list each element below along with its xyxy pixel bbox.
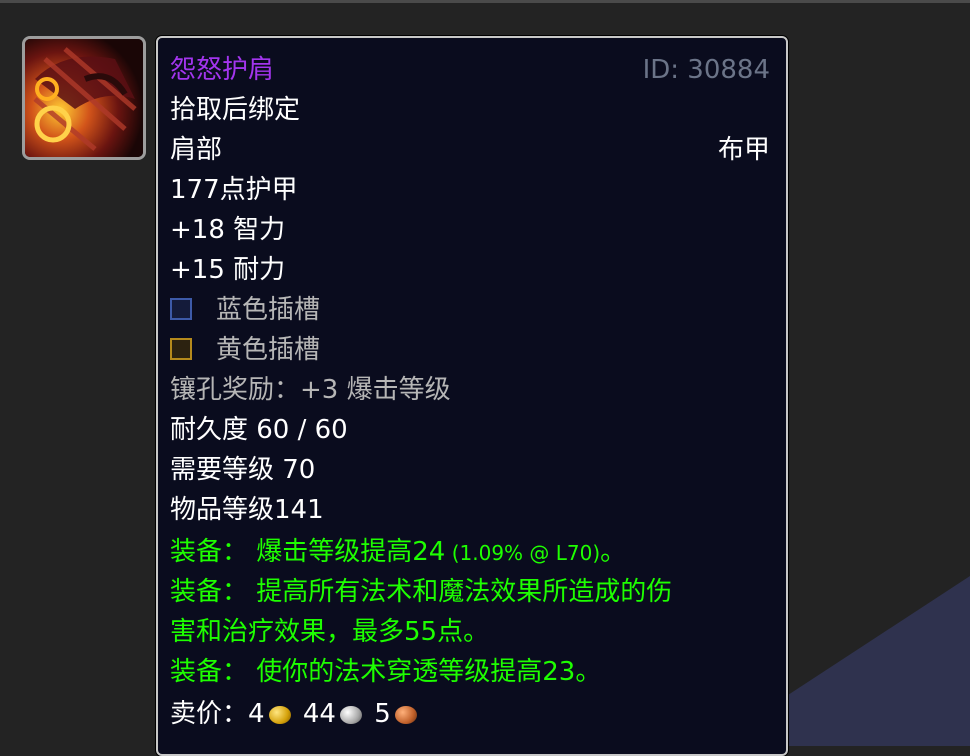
stat-intellect: +18 智力 [170,215,286,245]
item-name-row: 怨怒护肩 ID: 30884 [170,50,770,90]
blue-socket-icon [170,297,192,320]
equip-effect-note: (1.09% @ L70) [445,541,601,565]
armor-value: 177点护甲 [170,175,298,205]
copper-coin-icon [394,705,417,724]
socket-bonus: 镶孔奖励：+3 爆击等级 [170,375,451,405]
sell-price-row: 卖价：4 44 5 [170,694,770,734]
equip-effect-spell-power-line2: 害和治疗效果，最多55点。 [170,617,490,647]
equip-effect-text: 装备： 爆击等级提高24 [170,537,446,567]
equip-effect-spell-penetration: 装备： 使你的法术穿透等级提高23。 [170,657,602,687]
copper-amount: 5 [374,699,391,729]
slot-row: 肩部 布甲 [170,130,770,170]
socket-blue-row: 蓝色插槽 [170,290,770,330]
shoulder-armor-icon [25,39,143,157]
item-id: ID: 30884 [642,55,770,85]
item-icon-frame[interactable] [22,36,146,160]
required-level: 需要等级 70 [170,455,316,485]
sell-price-label: 卖价： [170,699,249,729]
top-divider [0,0,970,3]
item-slot: 肩部 [170,135,223,165]
equip-effect-crit: 装备： 爆击等级提高24 (1.09% @ L70)。 [170,532,770,572]
gold-coin-icon [268,705,291,724]
silver-amount: 44 [302,699,336,729]
equip-effect-end: 。 [600,537,627,567]
gold-amount: 4 [248,699,265,729]
armor-type: 布甲 [717,135,770,165]
item-level: 物品等级141 [170,495,324,525]
socket-yellow-row: 黄色插槽 [170,330,770,370]
item-tooltip: 怨怒护肩 ID: 30884 拾取后绑定 肩部 布甲 177点护甲 +18 智力… [156,36,788,756]
yellow-socket-icon [170,337,192,360]
durability: 耐久度 60 / 60 [170,415,348,445]
item-name[interactable]: 怨怒护肩 [170,55,274,85]
socket-label: 黄色插槽 [216,335,321,365]
socket-label: 蓝色插槽 [216,295,321,325]
stat-stamina: +15 耐力 [170,255,286,285]
equip-effect-spell-power-line1: 装备： 提高所有法术和魔法效果所造成的伤 [170,577,673,607]
silver-coin-icon [339,705,362,724]
bind-text: 拾取后绑定 [170,95,301,125]
